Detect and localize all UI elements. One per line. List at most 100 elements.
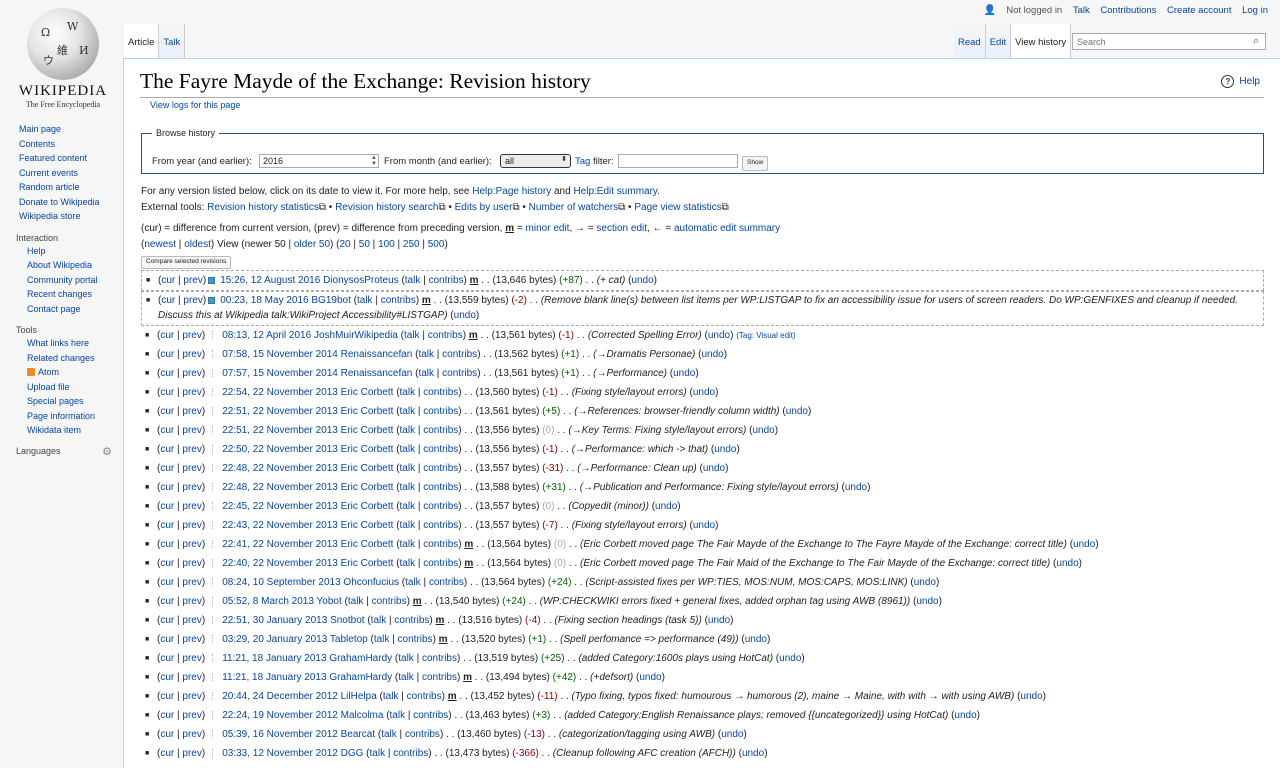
user-contribs-link[interactable]: contribs [428,330,463,341]
month-select[interactable]: all ⬍ [500,154,571,168]
revision-radio[interactable] [212,445,214,453]
external-tool-link[interactable]: Number of watchers [529,202,618,213]
revision-radio[interactable] [212,350,214,358]
user-contribs-link[interactable]: contribs [422,672,457,683]
user-talk-link[interactable]: talk [405,577,421,588]
revision-date-link[interactable]: 03:29, 20 January 2013 [222,634,327,645]
revision-radio[interactable] [212,673,214,681]
revision-date-link[interactable]: 08:24, 10 September 2013 [222,577,340,588]
undo-link[interactable]: undo [745,634,767,645]
revision-user-link[interactable]: Eric Corbett [341,444,394,455]
undo-link[interactable]: undo [1020,691,1042,702]
user-talk-link[interactable]: talk [348,596,364,607]
sidebar-item-contact-page[interactable]: Contact page [19,302,122,317]
tab-read[interactable]: Read [954,24,986,58]
limit-50-link[interactable]: 50 [359,239,370,250]
revision-user-link[interactable]: Eric Corbett [341,482,394,493]
revision-radio[interactable] [212,540,214,548]
user-talk-link[interactable]: talk [400,501,416,512]
show-button[interactable]: Show [742,156,769,171]
auto-summary-link[interactable]: automatic edit summary [674,223,780,234]
revision-radio[interactable] [212,464,214,472]
revision-date-link[interactable]: 22:51, 22 November 2013 [222,406,338,417]
revision-radio[interactable] [212,749,214,757]
undo-link[interactable]: undo [703,463,725,474]
undo-link[interactable]: undo [845,482,867,493]
sidebar-item-atom[interactable]: Atom [19,365,122,380]
sidebar-item-what-links-here[interactable]: What links here [19,336,122,351]
tab-view-history[interactable]: View history [1011,24,1072,58]
external-tool-link[interactable]: Revision history statistics [207,202,319,213]
undo-link[interactable]: undo [708,330,730,341]
revision-user-link[interactable]: GrahamHardy [329,672,392,683]
revision-date-link[interactable]: 22:41, 22 November 2013 [222,539,338,550]
revision-user-link[interactable]: Eric Corbett [341,539,394,550]
revision-user-link[interactable]: DionysosProteus [323,275,399,286]
prev-diff-link[interactable]: prev [182,368,201,379]
undo-link[interactable]: undo [655,501,677,512]
user-contribs-link[interactable]: contribs [405,729,440,740]
user-contribs-link[interactable]: contribs [423,463,458,474]
sidebar-item-page-information[interactable]: Page information [19,409,122,424]
revision-radio[interactable] [212,521,214,529]
cur-diff-link[interactable]: cur [160,349,174,360]
undo-link[interactable]: undo [742,748,764,759]
revision-radio[interactable] [212,426,214,434]
prev-diff-link[interactable]: prev [182,406,201,417]
user-talk-link[interactable]: talk [418,349,434,360]
cur-diff-link[interactable]: cur [160,596,174,607]
sidebar-item-help[interactable]: Help [19,244,122,259]
sidebar-item-related-changes[interactable]: Related changes [19,351,122,366]
user-contribs-link[interactable]: contribs [429,577,464,588]
undo-link[interactable]: undo [914,577,936,588]
revision-user-link[interactable]: Ohconfucius [343,577,399,588]
login-link[interactable]: Log in [1242,5,1268,16]
user-talk-link[interactable]: talk [371,615,387,626]
revision-user-link[interactable]: Snotbot [330,615,364,626]
undo-link[interactable]: undo [779,653,801,664]
user-contribs-link[interactable]: contribs [423,539,458,550]
undo-link[interactable]: undo [693,520,715,531]
undo-link[interactable]: undo [454,310,476,321]
prev-diff-link[interactable]: prev [182,653,201,664]
revision-radio[interactable] [212,483,214,491]
revision-date-link[interactable]: 11:21, 18 January 2013 [222,653,326,664]
undo-link[interactable]: undo [708,615,730,626]
limit-250-link[interactable]: 250 [403,239,420,250]
revision-user-link[interactable]: Renaissancefan [341,368,413,379]
personal-contributions-link[interactable]: Contributions [1100,5,1156,16]
undo-link[interactable]: undo [693,387,715,398]
user-contribs-link[interactable]: contribs [423,520,458,531]
prev-diff-link[interactable]: prev [182,539,201,550]
prev-diff-link[interactable]: prev [182,330,201,341]
prev-diff-link[interactable]: prev [182,520,201,531]
revision-user-link[interactable]: Bearcat [341,729,375,740]
sidebar-item-community-portal[interactable]: Community portal [19,273,122,288]
cur-diff-link[interactable]: cur [160,444,174,455]
prev-diff-link[interactable]: prev [182,634,201,645]
cur-diff-link[interactable]: cur [160,387,174,398]
undo-link[interactable]: undo [916,596,938,607]
help-link[interactable]: ? Help [1221,75,1260,88]
user-talk-link[interactable]: talk [398,653,414,664]
cur-diff-link[interactable]: cur [160,615,174,626]
revision-radio[interactable] [212,369,214,377]
revision-user-link[interactable]: Malcolma [341,710,384,721]
undo-link[interactable]: undo [1073,539,1095,550]
user-contribs-link[interactable]: contribs [423,406,458,417]
revision-date-link[interactable]: 08:13, 12 April 2016 [222,330,311,341]
user-talk-link[interactable]: talk [400,520,416,531]
cur-diff-link[interactable]: cur [160,501,174,512]
user-contribs-link[interactable]: contribs [442,349,477,360]
revision-date-link[interactable]: 11:21, 18 January 2013 [222,672,326,683]
user-contribs-link[interactable]: contribs [413,710,448,721]
cur-diff-link[interactable]: cur [161,295,175,306]
user-contribs-link[interactable]: contribs [423,387,458,398]
undo-link[interactable]: undo [639,672,661,683]
compare-revisions-button[interactable]: Compare selected revisions [141,256,232,269]
revision-date-link[interactable]: 07:57, 15 November 2014 [222,368,338,379]
user-talk-link[interactable]: talk [400,406,416,417]
user-talk-link[interactable]: talk [400,463,416,474]
prev-diff-link[interactable]: prev [182,729,201,740]
prev-diff-link[interactable]: prev [182,349,201,360]
